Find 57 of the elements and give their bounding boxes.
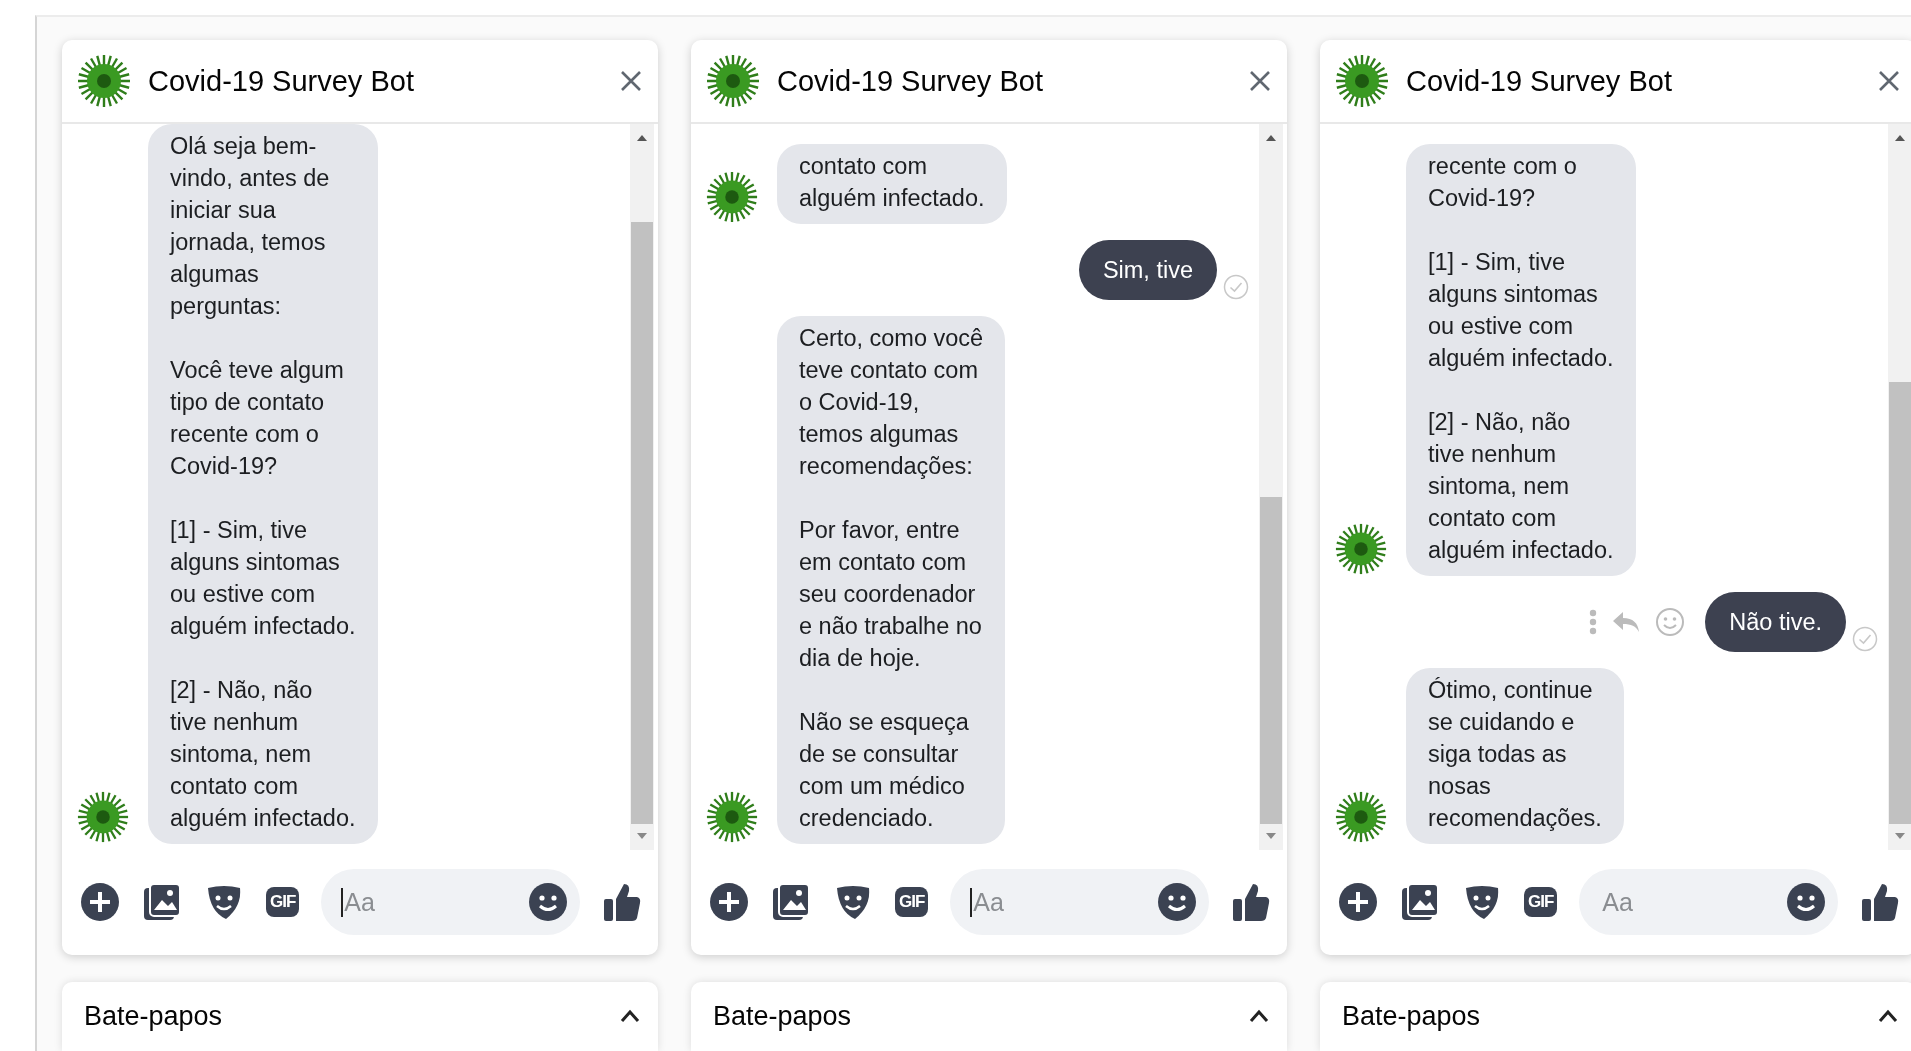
close-icon[interactable] (620, 70, 642, 92)
image-icon[interactable] (1400, 882, 1440, 923)
chevron-up-icon[interactable] (620, 1009, 640, 1024)
chats-dock[interactable]: Bate-papos (1320, 981, 1911, 1051)
scrollbar-thumb[interactable] (1260, 497, 1282, 824)
scrollbar-thumb[interactable] (631, 222, 653, 824)
user-message: Não tive. (1705, 591, 1846, 652)
close-icon[interactable] (1878, 70, 1900, 92)
scrollbar[interactable] (1259, 124, 1283, 850)
virus-icon (705, 789, 759, 844)
bot-message: Ótimo, continue se cuidando e siga todas as nosas recomendações. (1406, 667, 1624, 844)
scroll-down-icon[interactable] (636, 831, 648, 840)
scroll-up-icon[interactable] (1265, 134, 1277, 142)
thumbs-up-icon[interactable] (1231, 881, 1271, 924)
emoji-icon[interactable] (1157, 882, 1197, 923)
bot-message: recente com o Covid-19? [1] - Sim, tive alguns sintomas ou estive com alguém infectado. [2] - Não, não tive nenhum sintoma, nem contato com alguém infectado. (1406, 143, 1636, 576)
gif-icon[interactable]: GIF (895, 887, 929, 918)
bot-message: Olá seja bem- vindo, antes de iniciar sua jornada, temos algumas perguntas: Você teve algum tipo de contato recente com o Covid-19? [1] - Sim, tive alguns sintomas ou estive com alguém infectado. [2] - Não, não tive nenhum sintoma, nem contato com alguém infectado. (148, 124, 378, 844)
virus-icon (76, 789, 130, 844)
virus-icon (705, 53, 761, 109)
scrollbar-thumb[interactable] (1889, 382, 1911, 824)
thumbs-up-icon[interactable] (602, 881, 642, 924)
bot-message: contato com alguém infectado. (777, 143, 1007, 224)
thumbs-up-icon[interactable] (1860, 881, 1900, 924)
plus-icon[interactable] (80, 882, 120, 923)
close-icon[interactable] (1249, 70, 1271, 92)
scroll-up-icon[interactable] (636, 134, 648, 142)
virus-icon (705, 169, 759, 224)
chats-dock[interactable]: Bate-papos (691, 981, 1287, 1051)
scroll-down-icon[interactable] (1265, 831, 1277, 840)
emoji-icon[interactable] (528, 882, 568, 923)
scroll-down-icon[interactable] (1894, 831, 1906, 840)
scroll-up-icon[interactable] (1894, 134, 1906, 142)
plus-icon[interactable] (709, 882, 749, 923)
bot-message: Certo, como você teve contato com o Covid-19, temos algumas recomendações: Por favor, entre em contato com seu coordenador e não trabalhe no dia de hoje. Não se esqueça de se consultar com um médico credenciado. (777, 315, 1006, 844)
emoji-icon[interactable] (1786, 882, 1826, 923)
virus-icon (1334, 521, 1388, 576)
image-icon[interactable] (771, 882, 811, 923)
virus-icon (76, 53, 132, 109)
virus-icon (1334, 53, 1390, 109)
scrollbar[interactable] (1888, 124, 1911, 850)
plus-icon[interactable] (1338, 882, 1378, 923)
gif-icon[interactable]: GIF (1524, 887, 1558, 918)
gif-icon[interactable]: GIF (266, 887, 300, 918)
chevron-up-icon[interactable] (1878, 1009, 1898, 1024)
chat-title: Covid-19 Survey Bot (777, 64, 1044, 98)
chevron-up-icon[interactable] (1249, 1009, 1269, 1024)
virus-icon (1334, 789, 1388, 844)
dock-label: Bate-papos (84, 1000, 224, 1032)
chats-dock[interactable]: Bate-papos (62, 981, 658, 1051)
chat-title: Covid-19 Survey Bot (148, 64, 415, 98)
dock-label: Bate-papos (1342, 1000, 1482, 1032)
chat-title: Covid-19 Survey Bot (1406, 64, 1673, 98)
scrollbar[interactable] (630, 124, 654, 850)
dock-label: Bate-papos (713, 1000, 853, 1032)
user-message: Sim, tive (1078, 239, 1217, 300)
image-icon[interactable] (142, 882, 182, 923)
